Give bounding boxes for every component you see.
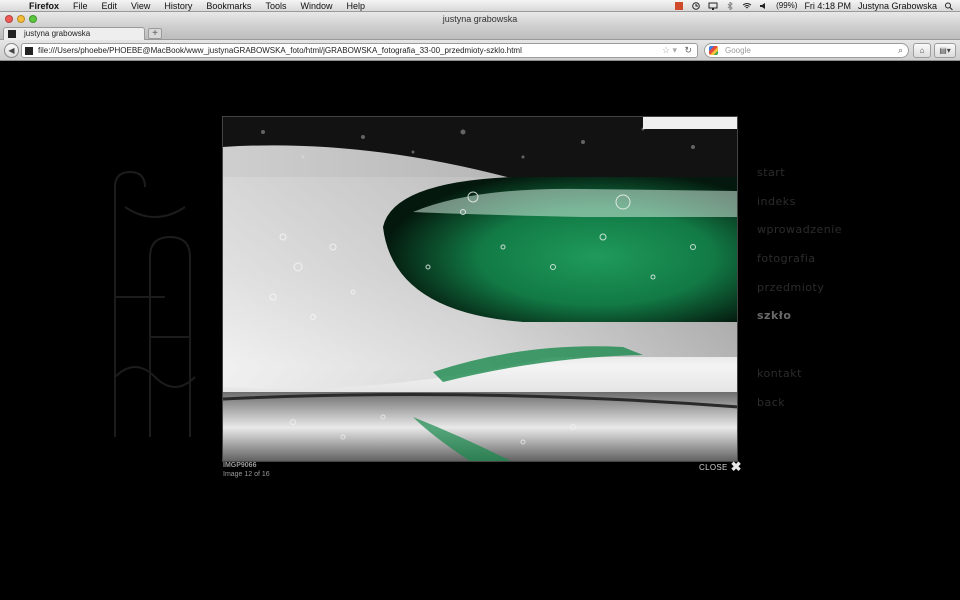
mac-menu-bar: Firefox File Edit View History Bookmarks… [0, 0, 960, 12]
office-icon[interactable] [674, 1, 684, 10]
search-icon[interactable]: ⌕ [898, 44, 903, 57]
tab-label: justyna grabowska [24, 29, 91, 38]
window-title: justyna grabowska [442, 14, 518, 24]
display-icon[interactable] [708, 2, 718, 10]
menu-bookmarks[interactable]: Bookmarks [199, 0, 258, 12]
menu-file[interactable]: File [66, 0, 95, 12]
nav-link-kontakt[interactable]: kontakt [757, 367, 877, 396]
nav-link-przedmioty[interactable]: przedmioty [757, 281, 877, 310]
navigation-toolbar: ◀ file:///Users/phoebe/PHOEBE@MacBook/ww… [0, 40, 960, 61]
page-content: IMGP9066 Image 12 of 16 CLOSE ✖ start in… [0, 62, 960, 600]
spotlight-search-icon[interactable] [944, 2, 954, 10]
menubar-clock[interactable]: Fri 4:18 PM [804, 1, 851, 11]
nav-link-wprowadzenie[interactable]: wprowadzenie [757, 223, 877, 252]
nav-link-indeks[interactable]: indeks [757, 195, 877, 224]
logo-watermark [114, 170, 196, 437]
home-icon: ⌂ [919, 46, 925, 55]
bluetooth-icon[interactable] [725, 1, 735, 10]
new-tab-button[interactable]: + [148, 28, 162, 39]
site-identity-icon[interactable] [25, 47, 33, 55]
menu-app-firefox[interactable]: Firefox [22, 0, 66, 12]
battery-percent[interactable]: (99%) [776, 1, 797, 10]
search-bar[interactable]: Google ⌕ [704, 43, 909, 58]
site-favicon-icon [8, 30, 16, 38]
bookmarks-menu-button[interactable]: ▤▾ [934, 43, 956, 58]
window-minimize-button[interactable] [17, 15, 25, 23]
back-button[interactable]: ◀ [4, 43, 19, 58]
menu-help[interactable]: Help [339, 0, 372, 12]
tab-justyna-grabowska[interactable]: justyna grabowska [3, 27, 145, 40]
nav-link-start[interactable]: start [757, 166, 877, 195]
lightbox-photo[interactable] [222, 116, 738, 462]
menubar-user[interactable]: Justyna Grabowska [858, 1, 937, 11]
image-title: IMGP9066 [223, 462, 257, 469]
close-lightbox-button[interactable]: CLOSE ✖ [699, 459, 742, 474]
window-close-button[interactable] [5, 15, 13, 23]
window-title-bar: justyna grabowska [0, 12, 960, 26]
bookmark-star-icon[interactable]: ☆ ▾ [662, 44, 677, 57]
image-counter: Image 12 of 16 [223, 471, 270, 478]
nav-link-back[interactable]: back [757, 396, 877, 425]
menu-view[interactable]: View [124, 0, 157, 12]
time-machine-icon[interactable] [691, 1, 701, 10]
volume-icon[interactable] [759, 2, 769, 10]
url-text: file:///Users/phoebe/PHOEBE@MacBook/www_… [38, 46, 522, 55]
menu-window[interactable]: Window [293, 0, 339, 12]
nav-link-szklo[interactable]: szkło [757, 309, 877, 338]
url-bar[interactable]: file:///Users/phoebe/PHOEBE@MacBook/www_… [21, 43, 698, 58]
home-button[interactable]: ⌂ [913, 43, 931, 58]
wifi-icon[interactable] [742, 2, 752, 10]
menubar-status-area: (99%) Fri 4:18 PM Justyna Grabowska [674, 1, 960, 11]
nav-link-fotografia[interactable]: fotografia [757, 252, 877, 281]
arrow-left-icon: ◀ [8, 46, 15, 55]
tab-bar: justyna grabowska + [0, 26, 960, 40]
close-icon: ✖ [730, 459, 742, 474]
google-engine-icon[interactable] [709, 46, 718, 55]
menu-history[interactable]: History [157, 0, 199, 12]
reload-icon[interactable]: ↻ [684, 44, 692, 57]
menu-edit[interactable]: Edit [95, 0, 125, 12]
bookmarks-menu-icon: ▤▾ [939, 46, 951, 55]
close-label: CLOSE [699, 462, 728, 472]
window-controls [5, 15, 37, 23]
search-placeholder: Google [725, 46, 751, 55]
site-navigation: start indeks wprowadzenie fotografia prz… [757, 166, 877, 424]
window-zoom-button[interactable] [29, 15, 37, 23]
menu-tools[interactable]: Tools [258, 0, 293, 12]
